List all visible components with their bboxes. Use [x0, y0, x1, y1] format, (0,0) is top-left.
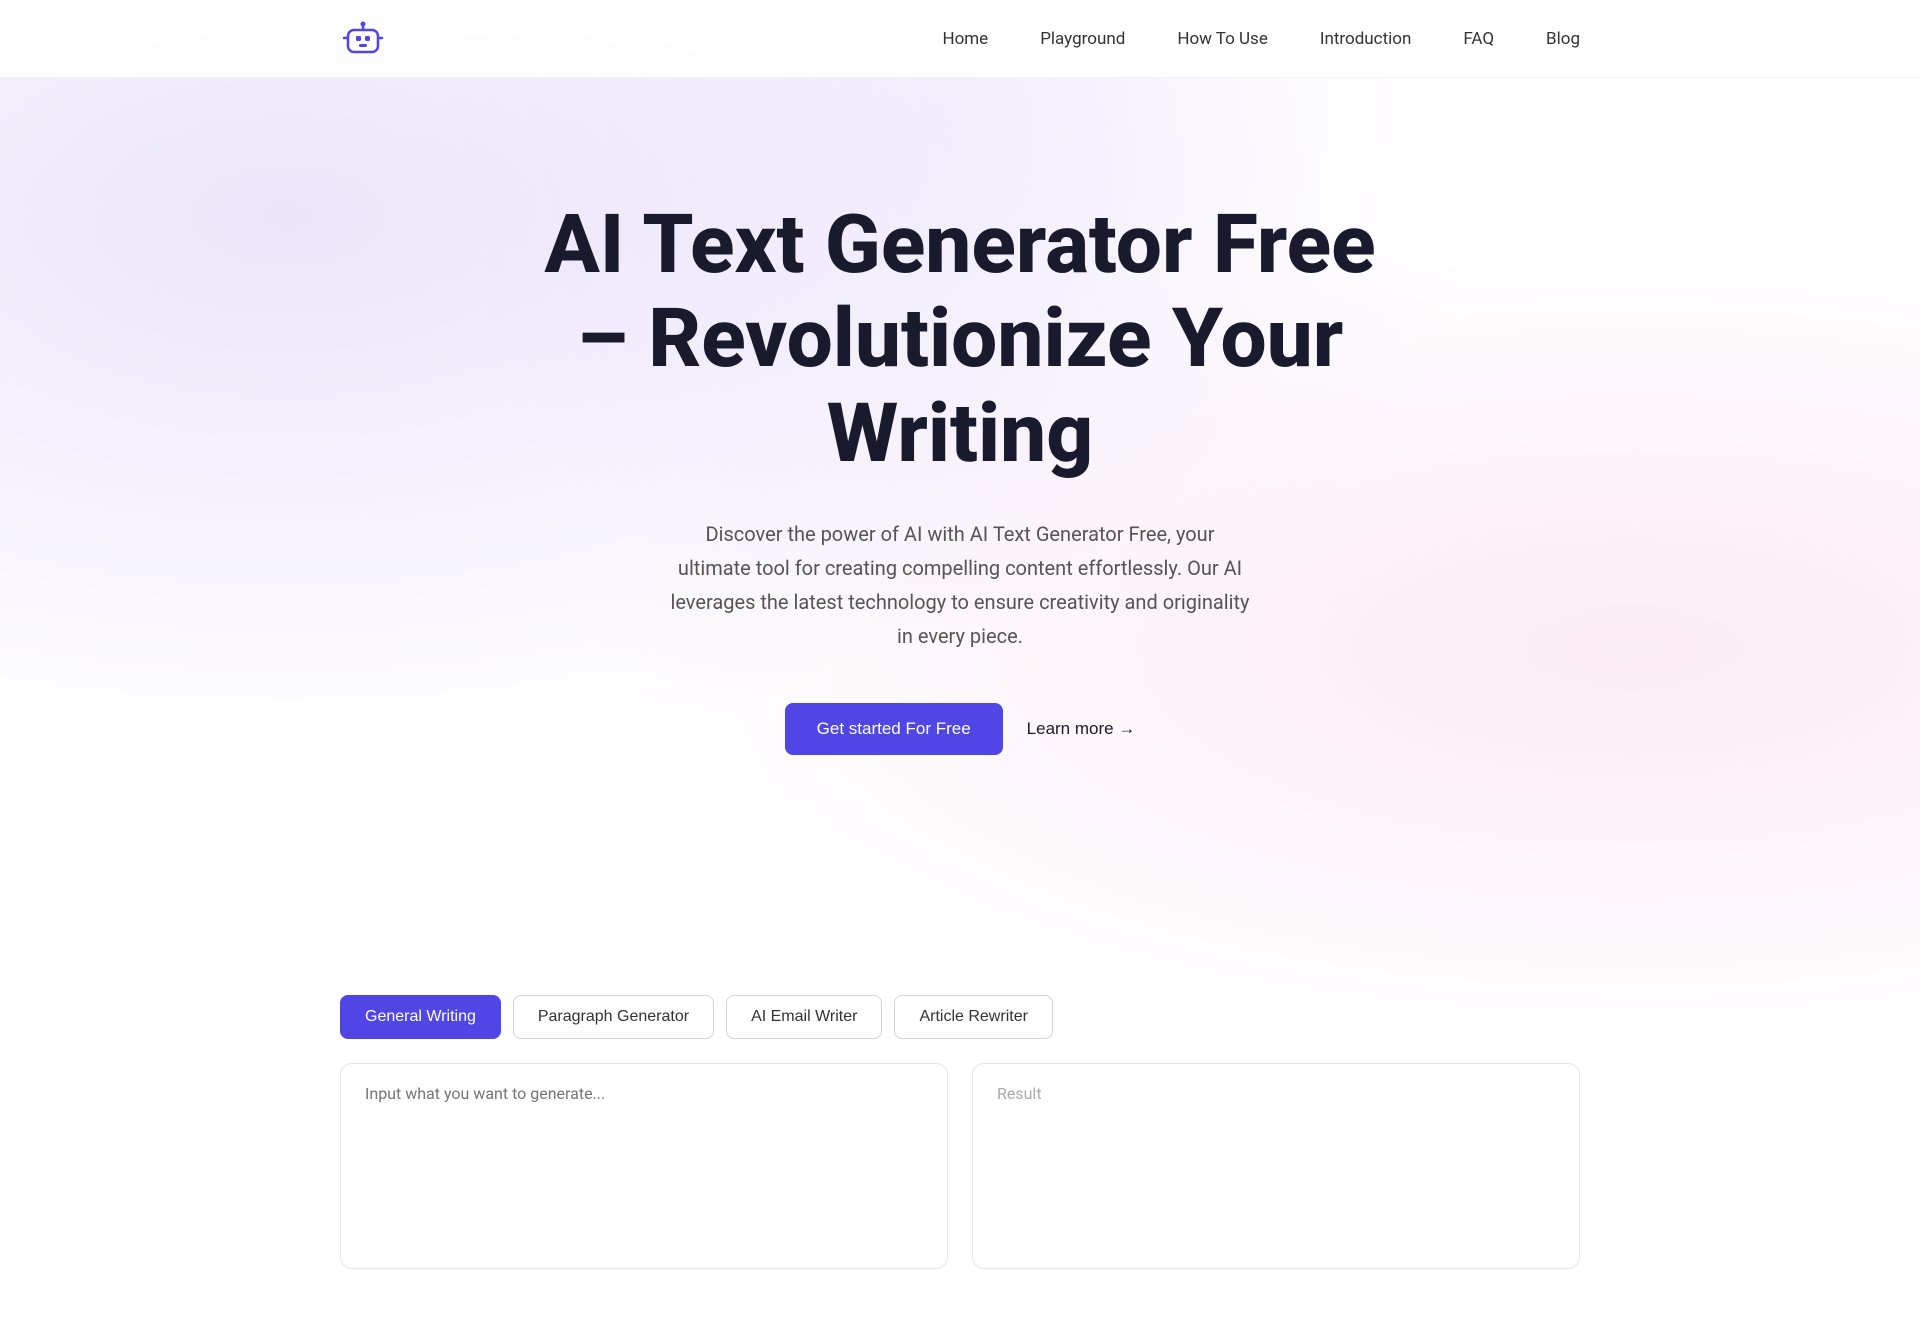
- tab-general-writing[interactable]: General Writing: [340, 995, 501, 1039]
- nav-links: Home Playground How To Use Introduction …: [942, 29, 1580, 49]
- logo-icon: [340, 16, 386, 62]
- hero-title: AI Text Generator Free – Revolutionize Y…: [510, 198, 1410, 481]
- tab-paragraph-generator[interactable]: Paragraph Generator: [513, 995, 714, 1039]
- navbar: Home Playground How To Use Introduction …: [0, 0, 1920, 78]
- playground-section: General Writing Paragraph Generator AI E…: [0, 995, 1920, 1329]
- nav-how-to-use[interactable]: How To Use: [1177, 29, 1268, 49]
- input-textarea[interactable]: [365, 1084, 923, 1244]
- hero-section: AI Text Generator Free – Revolutionize Y…: [0, 78, 1920, 835]
- hero-subtitle: Discover the power of AI with AI Text Ge…: [670, 517, 1250, 653]
- nav-introduction[interactable]: Introduction: [1320, 29, 1412, 49]
- spacer: [0, 835, 1920, 995]
- tab-article-rewriter[interactable]: Article Rewriter: [894, 995, 1052, 1039]
- hero-buttons: Get started For Free Learn more →: [785, 703, 1136, 755]
- nav-faq[interactable]: FAQ: [1463, 29, 1494, 49]
- nav-playground[interactable]: Playground: [1040, 29, 1125, 49]
- result-label: Result: [997, 1084, 1042, 1103]
- tab-ai-email-writer[interactable]: AI Email Writer: [726, 995, 882, 1039]
- result-panel: Result: [972, 1063, 1580, 1269]
- tab-bar: General Writing Paragraph Generator AI E…: [340, 995, 1580, 1039]
- nav-home[interactable]: Home: [942, 29, 988, 49]
- input-panel: [340, 1063, 948, 1269]
- editor-area: Result: [340, 1063, 1580, 1269]
- learn-more-button[interactable]: Learn more →: [1027, 719, 1136, 739]
- logo[interactable]: [340, 16, 386, 62]
- nav-blog[interactable]: Blog: [1546, 29, 1580, 49]
- get-started-button[interactable]: Get started For Free: [785, 703, 1003, 755]
